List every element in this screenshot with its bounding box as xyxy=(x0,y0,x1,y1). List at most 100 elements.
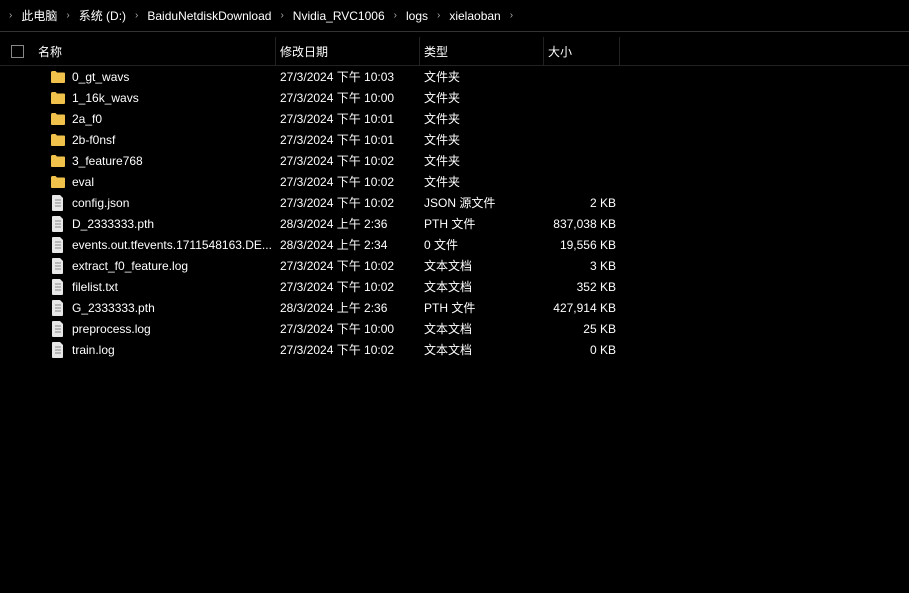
column-header-row: 名称 修改日期 类型 大小 xyxy=(0,38,909,66)
size-cell: 3 KB xyxy=(544,259,620,273)
date-cell: 27/3/2024 下午 10:02 xyxy=(276,257,420,274)
type-cell: 文本文档 xyxy=(420,341,544,358)
type-cell: PTH 文件 xyxy=(420,299,544,316)
name-cell: events.out.tfevents.1711548163.DE... xyxy=(34,237,276,253)
file-rows-container: 0_gt_wavs27/3/2024 下午 10:03文件夹1_16k_wavs… xyxy=(0,66,909,360)
name-cell: config.json xyxy=(34,195,276,211)
chevron-right-icon: › xyxy=(393,10,398,21)
file-row[interactable]: extract_f0_feature.log 27/3/2024 下午 10:02… xyxy=(0,255,909,276)
chevron-right-icon: › xyxy=(279,10,284,21)
file-row[interactable]: preprocess.log27/3/2024 下午 10:00文本文档25 K… xyxy=(0,318,909,339)
folder-icon xyxy=(50,90,66,106)
breadcrumb-item[interactable]: xielaoban xyxy=(444,5,505,27)
file-icon xyxy=(50,195,66,211)
date-cell: 27/3/2024 下午 10:01 xyxy=(276,110,420,127)
file-icon xyxy=(50,237,66,253)
select-all-cell xyxy=(0,45,34,58)
type-cell: 文本文档 xyxy=(420,278,544,295)
file-row[interactable]: D_2333333.pth28/3/2024 上午 2:36PTH 文件837,… xyxy=(0,213,909,234)
chevron-right-icon: › xyxy=(65,10,70,21)
breadcrumb-item[interactable]: logs xyxy=(401,5,433,27)
file-name-label: 2b-f0nsf xyxy=(72,133,115,147)
file-icon xyxy=(50,300,66,316)
column-header-date[interactable]: 修改日期 xyxy=(276,37,420,66)
type-cell: 文件夹 xyxy=(420,110,544,127)
file-icon xyxy=(50,342,66,358)
file-row[interactable]: events.out.tfevents.1711548163.DE... 28/3… xyxy=(0,234,909,255)
file-row[interactable]: 0_gt_wavs 27/3/2024 下午 10:03文件夹 xyxy=(0,66,909,87)
date-cell: 27/3/2024 下午 10:03 xyxy=(276,68,420,85)
name-cell: D_2333333.pth xyxy=(34,216,276,232)
name-cell: preprocess.log xyxy=(34,321,276,337)
folder-icon xyxy=(50,69,66,85)
select-all-checkbox[interactable] xyxy=(11,45,24,58)
size-cell: 352 KB xyxy=(544,280,620,294)
breadcrumb: ›此电脑›系统 (D:)›BaiduNetdiskDownload›Nvidia… xyxy=(0,0,909,32)
file-icon xyxy=(50,216,66,232)
folder-icon xyxy=(50,153,66,169)
date-cell: 27/3/2024 下午 10:02 xyxy=(276,152,420,169)
folder-icon xyxy=(50,132,66,148)
date-cell: 27/3/2024 下午 10:01 xyxy=(276,131,420,148)
column-header-type[interactable]: 类型 xyxy=(420,37,544,66)
name-cell: 1_16k_wavs xyxy=(34,90,276,106)
name-cell: extract_f0_feature.log xyxy=(34,258,276,274)
type-cell: PTH 文件 xyxy=(420,215,544,232)
breadcrumb-item[interactable]: 系统 (D:) xyxy=(74,3,131,28)
name-cell: 3_feature768 xyxy=(34,153,276,169)
type-cell: 文件夹 xyxy=(420,173,544,190)
file-name-label: filelist.txt xyxy=(72,280,118,294)
file-row[interactable]: eval 27/3/2024 下午 10:02文件夹 xyxy=(0,171,909,192)
chevron-right-icon: › xyxy=(8,10,13,21)
type-cell: 0 文件 xyxy=(420,236,544,253)
date-cell: 27/3/2024 下午 10:02 xyxy=(276,341,420,358)
folder-icon xyxy=(50,111,66,127)
file-row[interactable]: 1_16k_wavs27/3/2024 下午 10:00文件夹 xyxy=(0,87,909,108)
file-list-pane: 名称 修改日期 类型 大小 0_gt_wavs 27/3/2024 下午 10:0… xyxy=(0,32,909,366)
file-row[interactable]: G_2333333.pth 28/3/2024 上午 2:36PTH 文件427,… xyxy=(0,297,909,318)
file-icon xyxy=(50,258,66,274)
file-name-label: events.out.tfevents.1711548163.DE... xyxy=(72,238,272,252)
date-cell: 27/3/2024 下午 10:00 xyxy=(276,320,420,337)
size-cell: 427,914 KB xyxy=(544,301,620,315)
date-cell: 27/3/2024 下午 10:02 xyxy=(276,194,420,211)
name-cell: train.log xyxy=(34,342,276,358)
type-cell: 文件夹 xyxy=(420,152,544,169)
column-header-name[interactable]: 名称 xyxy=(34,37,276,66)
name-cell: filelist.txt xyxy=(34,279,276,295)
breadcrumb-item[interactable]: Nvidia_RVC1006 xyxy=(288,5,390,27)
file-row[interactable]: 3_feature76827/3/2024 下午 10:02文件夹 xyxy=(0,150,909,171)
file-row[interactable]: train.log 27/3/2024 下午 10:02文本文档0 KB xyxy=(0,339,909,360)
size-cell: 2 KB xyxy=(544,196,620,210)
file-row[interactable]: 2a_f027/3/2024 下午 10:01文件夹 xyxy=(0,108,909,129)
date-cell: 28/3/2024 上午 2:36 xyxy=(276,215,420,232)
file-row[interactable]: filelist.txt 27/3/2024 下午 10:02文本文档352 KB xyxy=(0,276,909,297)
date-cell: 27/3/2024 下午 10:02 xyxy=(276,278,420,295)
column-header-size[interactable]: 大小 xyxy=(544,37,620,66)
file-name-label: G_2333333.pth xyxy=(72,301,155,315)
name-cell: 0_gt_wavs xyxy=(34,69,276,85)
breadcrumb-item[interactable]: BaiduNetdiskDownload xyxy=(142,5,276,27)
type-cell: 文件夹 xyxy=(420,89,544,106)
size-cell: 19,556 KB xyxy=(544,238,620,252)
size-cell: 25 KB xyxy=(544,322,620,336)
name-cell: 2b-f0nsf xyxy=(34,132,276,148)
file-row[interactable]: config.json27/3/2024 下午 10:02JSON 源文件2 K… xyxy=(0,192,909,213)
date-cell: 28/3/2024 上午 2:36 xyxy=(276,299,420,316)
file-name-label: eval xyxy=(72,175,94,189)
date-cell: 27/3/2024 下午 10:02 xyxy=(276,173,420,190)
size-cell: 0 KB xyxy=(544,343,620,357)
size-cell: 837,038 KB xyxy=(544,217,620,231)
date-cell: 27/3/2024 下午 10:00 xyxy=(276,89,420,106)
date-cell: 28/3/2024 上午 2:34 xyxy=(276,236,420,253)
type-cell: 文件夹 xyxy=(420,131,544,148)
type-cell: 文本文档 xyxy=(420,320,544,337)
type-cell: 文件夹 xyxy=(420,68,544,85)
folder-icon xyxy=(50,174,66,190)
file-name-label: train.log xyxy=(72,343,115,357)
file-name-label: 0_gt_wavs xyxy=(72,70,129,84)
name-cell: eval xyxy=(34,174,276,190)
breadcrumb-item[interactable]: 此电脑 xyxy=(16,3,62,28)
file-name-label: extract_f0_feature.log xyxy=(72,259,188,273)
file-row[interactable]: 2b-f0nsf 27/3/2024 下午 10:01文件夹 xyxy=(0,129,909,150)
